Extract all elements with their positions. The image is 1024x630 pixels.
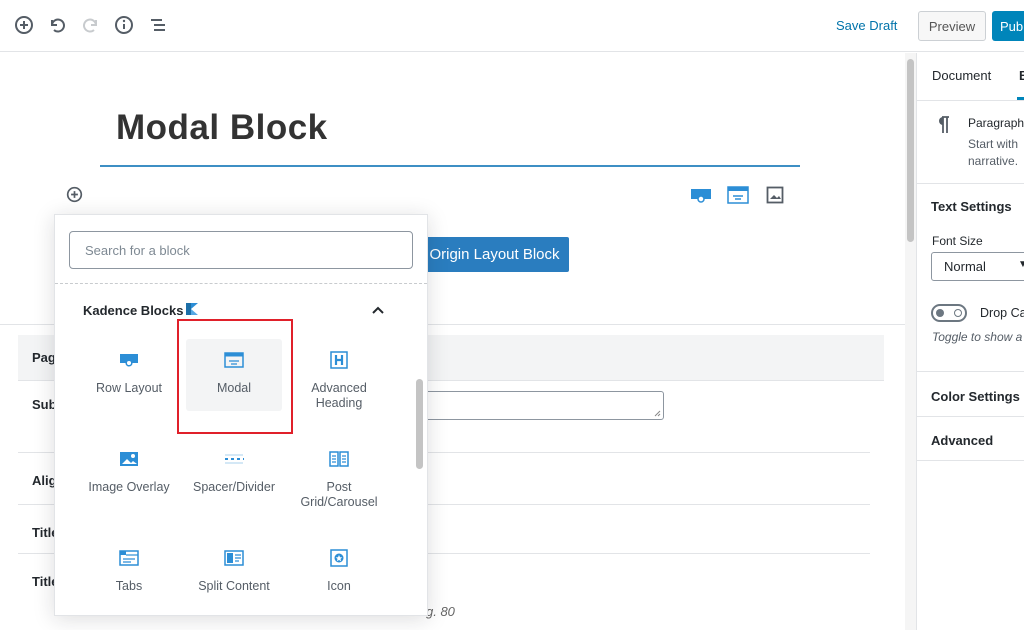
meta-header-label: Pag — [32, 350, 56, 365]
block-label: Advanced Heading — [311, 381, 367, 410]
block-label: Row Layout — [95, 381, 162, 395]
font-size-value: Normal — [944, 259, 986, 274]
title-underline — [100, 165, 800, 167]
block-image-overlay[interactable]: Image Overlay — [81, 438, 177, 510]
add-block-icon[interactable] — [13, 14, 35, 36]
block-search-input[interactable] — [70, 232, 412, 268]
post-title[interactable]: Modal Block — [116, 108, 328, 148]
block-advanced-heading[interactable]: Advanced Heading — [291, 339, 387, 411]
block-inserter: Kadence Blocks Row Layout Modal Advanced… — [54, 214, 428, 616]
image-overlay-icon — [119, 448, 139, 470]
editor-toolbar: Save Draft Preview Pub — [0, 0, 1024, 52]
block-spacer-divider[interactable]: Spacer/Divider — [186, 438, 282, 510]
section-divider — [917, 460, 1024, 461]
heading-icon — [330, 349, 348, 371]
text-settings-toggle[interactable]: Text Settings — [931, 199, 1012, 214]
block-description: Start with — [968, 137, 1019, 151]
inserter-scrollbar[interactable] — [416, 379, 423, 469]
editor-scrollbar[interactable] — [905, 53, 916, 630]
preview-button[interactable]: Preview — [918, 11, 986, 41]
block-tabs[interactable]: Tabs — [81, 537, 177, 609]
save-draft-button[interactable]: Save Draft — [836, 18, 897, 33]
tab-block[interactable]: B — [1019, 68, 1024, 83]
block-split-content[interactable]: Split Content — [186, 537, 282, 609]
drop-cap-toggle[interactable] — [931, 304, 967, 322]
block-post-grid[interactable]: Post Grid/Carousel — [291, 438, 387, 510]
spacer-icon — [223, 448, 245, 470]
row-layout-icon[interactable] — [689, 183, 713, 207]
drop-cap-label: Drop Ca — [980, 306, 1024, 320]
modal-icon[interactable] — [726, 183, 750, 207]
panel-title[interactable]: Kadence Blocks — [83, 303, 183, 318]
meta-row-label: Sub — [32, 397, 57, 412]
split-content-icon — [224, 547, 244, 569]
inline-add-block-icon[interactable] — [66, 186, 83, 208]
info-icon[interactable] — [113, 14, 135, 36]
block-description: narrative. — [968, 154, 1019, 168]
tab-document[interactable]: Document — [932, 68, 991, 83]
tabs-icon — [119, 547, 139, 569]
meta-hint: g. 80 — [426, 604, 455, 619]
image-icon[interactable] — [763, 183, 787, 207]
row-layout-icon — [119, 349, 139, 371]
undo-icon[interactable] — [46, 14, 68, 36]
editor-scrollbar-thumb[interactable] — [907, 59, 914, 242]
color-settings-toggle[interactable]: Color Settings — [931, 389, 1020, 404]
icon-block-icon — [330, 547, 348, 569]
block-label: Tabs — [115, 579, 143, 593]
block-label: Icon — [327, 579, 351, 593]
drop-cap-hint: Toggle to show a — [932, 330, 1023, 344]
outline-icon[interactable] — [147, 14, 169, 36]
redo-icon[interactable] — [80, 14, 102, 36]
block-label: Spacer/Divider — [193, 480, 275, 494]
highlight-box — [177, 319, 293, 434]
inserter-separator — [55, 283, 427, 284]
block-name: Paragraph — [968, 116, 1024, 130]
tab-divider — [917, 100, 1024, 101]
advanced-toggle[interactable]: Advanced — [931, 433, 993, 448]
paragraph-icon — [935, 115, 951, 140]
publish-button[interactable]: Pub — [992, 11, 1024, 41]
font-size-select[interactable]: Normal ▼ — [931, 252, 1024, 281]
block-row-layout[interactable]: Row Layout — [81, 339, 177, 411]
section-divider — [917, 371, 1024, 372]
chevron-up-icon[interactable] — [369, 301, 387, 319]
block-label: Image Overlay — [88, 480, 170, 494]
block-label: Post Grid/Carousel — [300, 480, 378, 509]
post-grid-icon — [329, 448, 349, 470]
chevron-down-icon: ▼ — [1018, 259, 1024, 270]
font-size-label: Font Size — [932, 234, 983, 248]
block-label: Split Content — [198, 579, 270, 593]
section-divider — [917, 183, 1024, 184]
section-divider — [917, 416, 1024, 417]
origin-layout-button[interactable]: Origin Layout Block — [420, 237, 569, 272]
meta-row-label: Alig — [32, 473, 57, 488]
block-icon[interactable]: Icon — [291, 537, 387, 609]
meta-textarea[interactable] — [420, 391, 664, 420]
block-search-box[interactable] — [69, 231, 413, 269]
toggle-off-indicator — [954, 309, 962, 317]
settings-sidebar: Document B Paragraph Start with narrativ… — [916, 53, 1024, 630]
toggle-knob — [936, 309, 944, 317]
